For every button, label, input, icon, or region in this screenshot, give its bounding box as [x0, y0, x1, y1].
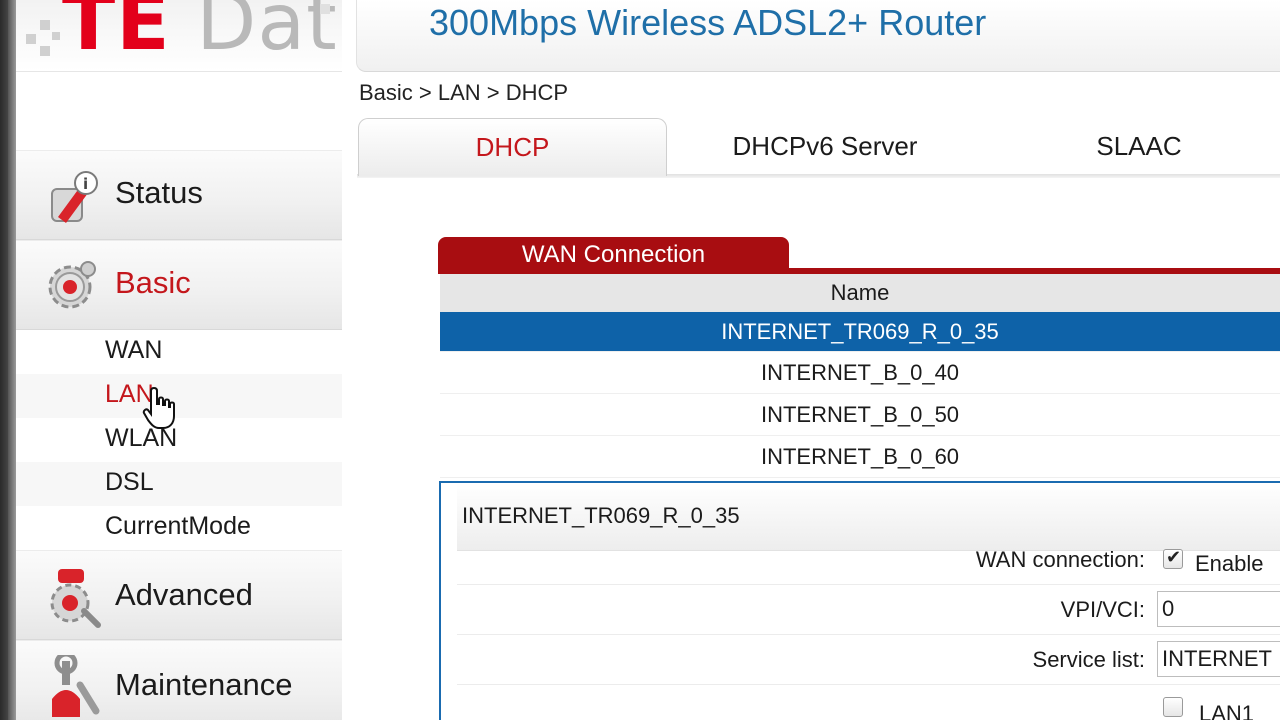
- lan1-checkbox[interactable]: [1163, 697, 1183, 717]
- wan-connection-table: Name INTERNET_TR069_R_0_35 INTERNET_B_0_…: [440, 274, 1280, 478]
- service-list-label: Service list:: [1032, 647, 1145, 672]
- vpi-vci-row: VPI/VCI: 0: [457, 587, 1280, 635]
- sidebar-item-wan[interactable]: WAN: [16, 330, 342, 374]
- port-binding-row: LAN1: [457, 687, 1280, 720]
- lan1-label: LAN1: [1199, 701, 1255, 720]
- table-row[interactable]: INTERNET_B_0_50: [440, 394, 1280, 436]
- logo-area: TE Data: [16, 0, 342, 150]
- header-bar: 300Mbps Wireless ADSL2+ Router: [356, 0, 1280, 72]
- table-header-name: Name: [440, 274, 1280, 312]
- page-title: 300Mbps Wireless ADSL2+ Router: [429, 2, 987, 43]
- sidebar-menu-basic-label: Basic: [115, 265, 191, 300]
- wan-connection-row: WAN connection: Enable: [457, 537, 1280, 585]
- table-row[interactable]: INTERNET_TR069_R_0_35: [440, 312, 1280, 352]
- tab-bar: DHCP DHCPv6 Server SLAAC: [357, 118, 1280, 180]
- details-title: INTERNET_TR069_R_0_35: [462, 503, 740, 528]
- sidebar-item-dsl-label: DSL: [105, 468, 154, 496]
- sidebar-item-wlan[interactable]: WLAN: [16, 418, 342, 462]
- sidebar-menu-maintenance-label: Maintenance: [115, 667, 293, 702]
- sidebar-item-wan-label: WAN: [105, 336, 163, 364]
- tab-slaac-label: SLAAC: [1096, 131, 1182, 161]
- maintenance-wrench-icon: [52, 655, 100, 717]
- connection-details-panel: INTERNET_TR069_R_0_35 WAN connection: En…: [439, 481, 1280, 720]
- advanced-tools-icon: [50, 569, 101, 628]
- tab-slaac[interactable]: SLAAC: [1047, 118, 1231, 176]
- sidebar-item-currentmode-label: CurrentMode: [105, 512, 251, 540]
- table-row[interactable]: INTERNET_B_0_60: [440, 436, 1280, 478]
- window-edge: [0, 0, 16, 720]
- sidebar-item-dsl[interactable]: DSL: [16, 462, 342, 506]
- breadcrumb: Basic > LAN > DHCP: [359, 80, 569, 105]
- sidebar-item-lan[interactable]: LAN: [16, 374, 342, 418]
- gear-icon: [48, 261, 96, 309]
- enable-label: Enable: [1195, 551, 1264, 576]
- logo-brand-part1: TE: [62, 0, 171, 68]
- logo: TE Data: [16, 0, 342, 72]
- sidebar-menu-basic[interactable]: Basic: [16, 240, 342, 330]
- hand-cursor-icon: [142, 386, 175, 429]
- sidebar: i Status Basic WAN LAN WLAN DSL CurrentM…: [16, 150, 342, 720]
- tab-dhcpv6-server[interactable]: DHCPv6 Server: [687, 118, 963, 176]
- logo-corner-mark: [320, 4, 330, 14]
- table-row[interactable]: INTERNET_B_0_40: [440, 352, 1280, 394]
- sidebar-menu-maintenance[interactable]: Maintenance: [16, 640, 342, 720]
- service-list-select[interactable]: INTERNET: [1157, 641, 1280, 677]
- sidebar-menu-status[interactable]: i Status: [16, 150, 342, 240]
- router-admin-page: TE Data i Status Basic WAN: [0, 0, 1280, 720]
- sidebar-menu-status-label: Status: [115, 175, 203, 210]
- status-info-icon: i: [51, 171, 98, 223]
- wan-connection-label: WAN connection:: [975, 547, 1145, 572]
- tab-dhcp-label: DHCP: [475, 132, 550, 162]
- tab-dhcp[interactable]: DHCP: [358, 118, 667, 176]
- tab-dhcpv6-server-label: DHCPv6 Server: [732, 131, 918, 161]
- sidebar-item-currentmode[interactable]: CurrentMode: [16, 506, 342, 550]
- service-list-row: Service list: INTERNET: [457, 637, 1280, 685]
- logo-text: TE Data: [62, 0, 342, 68]
- logo-dots-icon: [22, 10, 62, 58]
- vpi-vci-label: VPI/VCI:: [1060, 597, 1145, 622]
- vpi-input[interactable]: 0: [1157, 591, 1280, 627]
- sidebar-menu-advanced-label: Advanced: [115, 577, 253, 612]
- wan-connection-enable-checkbox[interactable]: [1163, 547, 1183, 569]
- svg-text:i: i: [83, 175, 88, 193]
- sidebar-menu-advanced[interactable]: Advanced: [16, 550, 342, 640]
